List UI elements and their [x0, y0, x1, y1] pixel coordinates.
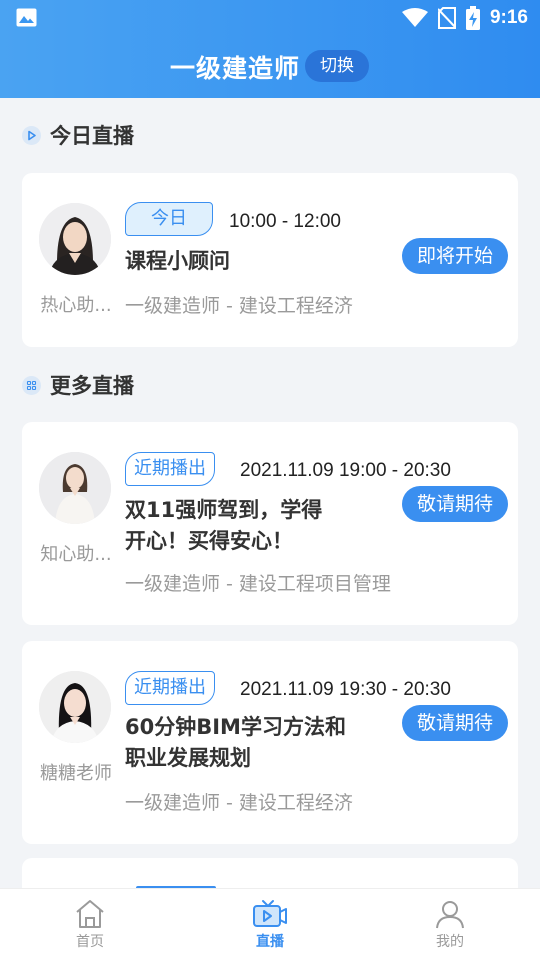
live-tv-icon [253, 900, 287, 927]
live-title-line: 职业发展规划 [125, 746, 251, 770]
live-subtitle: 一级建造师 - 建设工程项目管理 [125, 573, 391, 595]
live-time: 10:00 - 12:00 [229, 211, 341, 232]
stay-tuned-button[interactable]: 敬请期待 [402, 486, 508, 522]
grid-icon [22, 375, 41, 395]
profile-icon [436, 901, 464, 929]
bottom-tab-bar: 首页 直播 我的 [0, 888, 540, 960]
tab-label: 我的 [436, 934, 464, 950]
wifi-icon [401, 8, 428, 27]
today-live-section-header: 今日直播 [22, 120, 134, 150]
teacher-avatar [39, 452, 111, 524]
section-title: 今日直播 [50, 124, 134, 148]
tab-live[interactable]: 直播 [220, 899, 320, 951]
tab-label: 直播 [256, 934, 284, 950]
home-icon [76, 900, 104, 928]
section-title: 更多直播 [50, 374, 134, 398]
live-card-today[interactable]: 热心助... 今日 10:00 - 12:00 课程小顾问 一级建造师 - 建设… [22, 173, 518, 347]
live-title: 课程小顾问 [125, 249, 230, 273]
live-title: 双11强师驾到，学得 开心！买得安心！ [125, 495, 322, 557]
app-header: 9:16 一级建造师 切换 [0, 0, 540, 98]
teacher-name: 糖糖老师 [40, 763, 112, 784]
teacher-name: 知心助... [40, 544, 112, 565]
status-bar: 9:16 [0, 0, 540, 36]
tab-profile[interactable]: 我的 [400, 899, 500, 951]
status-badge: 近期播出 [125, 671, 215, 705]
status-badge: 近期播出 [125, 452, 215, 486]
battery-charging-icon [465, 6, 480, 30]
live-time: 2021.11.09 19:30 - 20:30 [240, 679, 451, 700]
live-subtitle: 一级建造师 - 建设工程经济 [125, 295, 353, 317]
stay-tuned-button[interactable]: 敬请期待 [402, 705, 508, 741]
live-title-line: 60分钟BIM学习方法和 [125, 715, 346, 739]
teacher-avatar [39, 203, 111, 275]
live-subtitle: 一级建造师 - 建设工程经济 [125, 792, 353, 814]
teacher-avatar [39, 671, 111, 743]
tab-home[interactable]: 首页 [40, 899, 140, 951]
live-card-upcoming-2[interactable]: 糖糖老师 近期播出 2021.11.09 19:30 - 20:30 60分钟B… [22, 641, 518, 844]
live-time: 2021.11.09 19:00 - 20:30 [240, 460, 451, 481]
teacher-name: 热心助... [40, 295, 112, 316]
title-bar: 一级建造师 切换 [0, 44, 540, 88]
status-badge: 今日 [125, 202, 213, 236]
starting-soon-button[interactable]: 即将开始 [402, 238, 508, 274]
live-title: 60分钟BIM学习方法和 职业发展规划 [125, 712, 346, 774]
status-time: 9:16 [489, 7, 528, 28]
play-icon [22, 125, 41, 145]
live-title-line: 开心！买得安心！ [125, 529, 293, 553]
switch-button[interactable]: 切换 [305, 50, 369, 82]
page-title: 一级建造师 [170, 54, 301, 83]
tab-label: 首页 [76, 934, 104, 950]
gallery-notification-icon [16, 8, 37, 27]
no-sim-icon [437, 7, 456, 29]
live-title-line: 双11强师驾到，学得 [125, 498, 323, 522]
live-card-upcoming-1[interactable]: 知心助... 近期播出 2021.11.09 19:00 - 20:30 双11… [22, 422, 518, 625]
more-live-section-header: 更多直播 [22, 370, 134, 400]
